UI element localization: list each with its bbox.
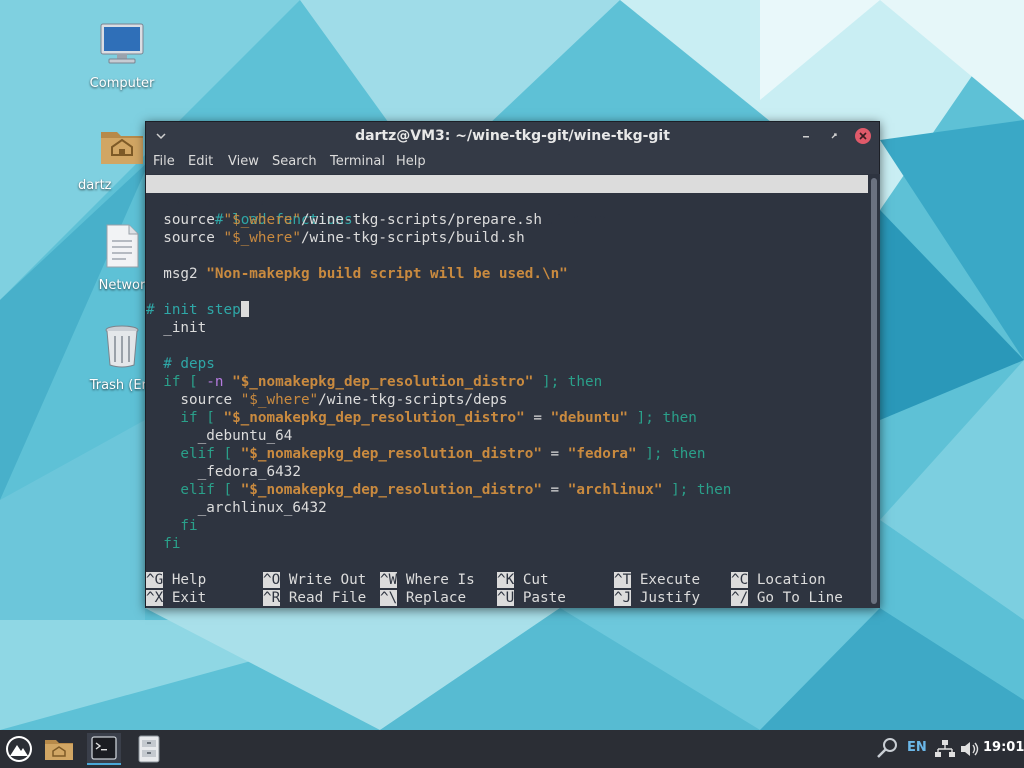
shortcut-write-out[interactable]: ^O Write Out [263, 571, 366, 589]
shortcut-cut[interactable]: ^K Cut [497, 571, 549, 589]
window-titlebar[interactable]: dartz@VM3: ~/wine-tkg-git/wine-tkg-git [146, 122, 879, 151]
network-icon[interactable] [933, 733, 957, 765]
shortcut-read-file[interactable]: ^R Read File [263, 589, 366, 607]
shortcut-location[interactable]: ^C Location [731, 571, 826, 589]
shortcut-justify[interactable]: ^J Justify [614, 589, 700, 607]
file-manager-icon[interactable] [42, 733, 76, 765]
computer-icon [100, 23, 144, 64]
code-line: _fedora_6432 [146, 464, 301, 480]
menubar: File Edit View Search Terminal Help [146, 151, 879, 174]
code-line: elif [ "$_nomakepkg_dep_resolution_distr… [146, 446, 706, 462]
minimize-icon[interactable] [796, 126, 816, 146]
terminal-scrollbar[interactable] [868, 174, 880, 608]
shortcut-go-to-line[interactable]: ^/ Go To Line [731, 589, 843, 607]
shortcut-execute[interactable]: ^T Execute [614, 571, 700, 589]
window-title: dartz@VM3: ~/wine-tkg-git/wine-tkg-git [355, 128, 670, 144]
maximize-icon[interactable] [824, 126, 844, 146]
code-line: _archlinux_6432 [146, 500, 327, 516]
search-key-icon[interactable] [872, 733, 902, 765]
code-line: fi [146, 518, 198, 534]
code-line: _init [146, 320, 207, 336]
code-line: elif [ "$_nomakepkg_dep_resolution_distr… [146, 482, 732, 498]
app-menu-icon[interactable] [2, 733, 36, 765]
archive-manager-icon[interactable] [132, 733, 166, 765]
network-document-icon [106, 224, 139, 268]
home-folder-icon [101, 132, 143, 164]
menu-view[interactable]: View [228, 154, 259, 169]
code-line: source "$_where"/wine-tkg-scripts/prepar… [146, 212, 542, 228]
code-line: msg2 "Non-makepkg build script will be u… [146, 266, 568, 282]
text-cursor [240, 301, 249, 317]
menu-help[interactable]: Help [396, 154, 426, 169]
taskbar-terminal-button[interactable] [87, 733, 121, 765]
menu-edit[interactable]: Edit [188, 154, 213, 169]
code-line: fi [146, 536, 181, 552]
scrollbar-thumb[interactable] [871, 178, 877, 604]
code-line: _debuntu_64 [146, 428, 293, 444]
nano-header-bar: GNU nano 6.2 non-makepkg-build.sh [146, 175, 868, 228]
taskbar: EN 19:01 [0, 730, 1024, 768]
menu-search[interactable]: Search [272, 154, 317, 169]
close-icon[interactable] [853, 126, 873, 146]
keyboard-layout-indicator[interactable]: EN [907, 740, 927, 755]
code-line: if [ "$_nomakepkg_dep_resolution_distro"… [146, 410, 697, 426]
code-line: # deps [146, 356, 215, 372]
shortcut-where-is[interactable]: ^W Where Is [380, 571, 475, 589]
terminal-icon [91, 736, 117, 760]
code-line: source "$_where"/wine-tkg-scripts/deps [146, 392, 508, 408]
desktop-icon-label: Computer [89, 76, 155, 91]
code-line: # init step [146, 301, 249, 319]
clock[interactable]: 19:01 [983, 740, 1024, 755]
shortcut-paste[interactable]: ^U Paste [497, 589, 566, 607]
menu-file[interactable]: File [153, 154, 175, 169]
shortcut-replace[interactable]: ^\ Replace [380, 589, 466, 607]
code-line: if [ -n "$_nomakepkg_dep_resolution_dist… [146, 374, 603, 390]
trash-icon [105, 325, 139, 368]
menu-terminal[interactable]: Terminal [330, 154, 385, 169]
code-line: # load functions [197, 212, 353, 228]
terminal-window[interactable]: dartz@VM3: ~/wine-tkg-git/wine-tkg-git F… [145, 121, 880, 608]
nano-editor[interactable]: GNU nano 6.2 non-makepkg-build.sh # load… [146, 174, 868, 608]
shortcut-exit[interactable]: ^X Exit [146, 589, 206, 607]
code-line: source "$_where"/wine-tkg-scripts/build.… [146, 230, 525, 246]
desktop-icon-computer[interactable]: Computer [74, 20, 170, 91]
volume-icon[interactable] [958, 733, 980, 765]
shortcut-help[interactable]: ^G Help [146, 571, 206, 589]
